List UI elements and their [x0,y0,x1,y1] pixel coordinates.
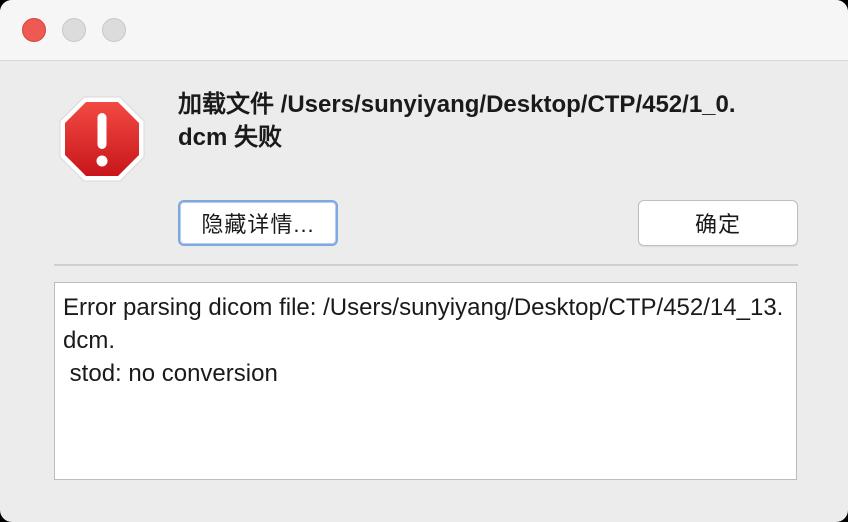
ok-button[interactable]: 确定 [638,200,798,246]
details-text-area[interactable]: Error parsing dicom file: /Users/sunyiya… [54,282,797,480]
alert-stop-icon [59,96,145,182]
hide-details-button[interactable]: 隐藏详情... [178,200,338,246]
alert-message: 加载文件 /Users/sunyiyang/Desktop/CTP/452/1_… [178,91,736,151]
close-window-button[interactable] [22,18,46,42]
zoom-window-button[interactable] [102,18,126,42]
alert-dialog-window: 加载文件 /Users/sunyiyang/Desktop/CTP/452/1_… [0,0,848,522]
title-bar [0,0,848,61]
separator [54,264,798,266]
minimize-window-button[interactable] [62,18,86,42]
